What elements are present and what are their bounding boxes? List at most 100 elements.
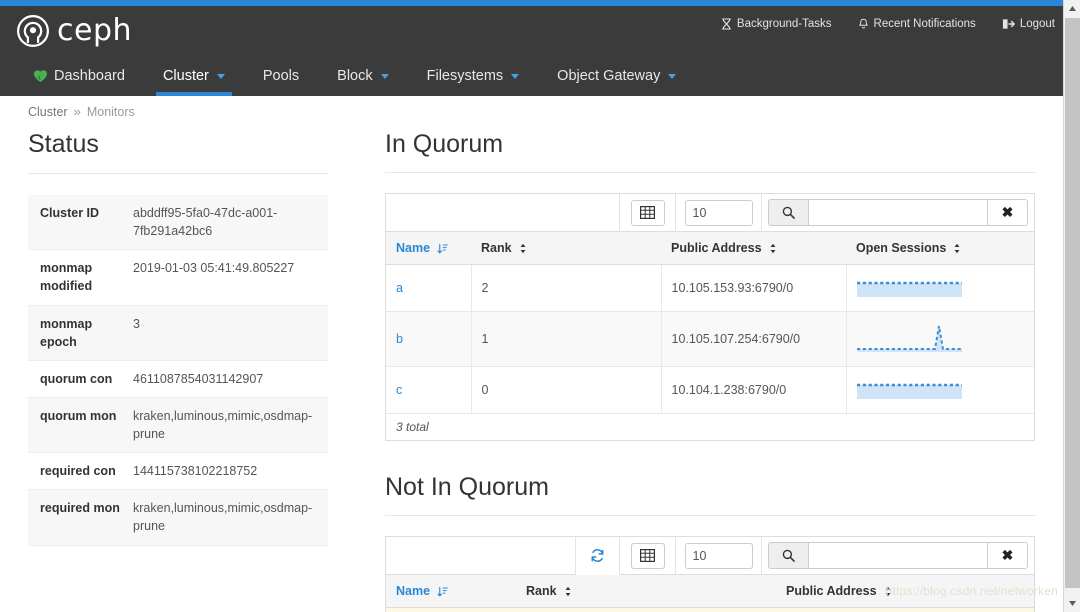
not-in-quorum-limit-wrap [675, 536, 761, 575]
open-sessions-sparkline [856, 325, 962, 352]
main-navigation: Dashboard Cluster Pools Block Filesystem… [0, 56, 1063, 96]
green-heart-icon [33, 70, 48, 83]
table-header-row: Name Rank [386, 575, 1034, 608]
in-quorum-footer: 3 total [386, 414, 1034, 440]
nav-item-pools[interactable]: Pools [244, 56, 318, 96]
cell-rank: 0 [471, 366, 662, 414]
not-in-quorum-search-input[interactable] [808, 542, 988, 569]
status-key: monmap epoch [40, 316, 93, 349]
column-header-public-address[interactable]: Public Address [661, 232, 846, 265]
nav-label-object-gateway: Object Gateway [557, 68, 661, 84]
table-row: required mon kraken,luminous,mimic,osdma… [28, 489, 328, 545]
column-label-public-address: Public Address [671, 241, 762, 255]
in-quorum-search-input[interactable] [808, 199, 988, 226]
logout-label: Logout [1019, 18, 1055, 30]
monitor-link-a[interactable]: a [396, 281, 403, 295]
not-in-quorum-limit-input[interactable] [684, 542, 753, 569]
chevron-down-icon [668, 73, 677, 79]
recent-notifications-label: Recent Notifications [873, 18, 976, 30]
header-utility-links: Background-Tasks Recent Notifications Lo… [721, 18, 1055, 30]
breadcrumb: Cluster » Monitors [28, 104, 135, 119]
sort-icon [520, 243, 525, 253]
page-scrollbar[interactable] [1063, 0, 1080, 612]
background-tasks-link[interactable]: Background-Tasks [721, 18, 832, 30]
not-in-quorum-columns-button[interactable] [630, 542, 665, 569]
nav-label-filesystems: Filesystems [426, 68, 504, 84]
status-key: required mon [40, 501, 120, 516]
table-grid-icon [640, 206, 655, 219]
status-value: 3 [133, 316, 140, 331]
chevron-down-icon [380, 73, 389, 79]
in-quorum-columns-button[interactable] [630, 199, 665, 226]
cell-public-address: 10.104.1.238:6790/0 [661, 366, 847, 414]
ceph-octopus-logo-icon [17, 15, 49, 47]
status-table: Cluster ID abddff95-5fa0-47dc-a001-7fb29… [28, 195, 328, 546]
breadcrumb-monitors[interactable]: Monitors [87, 105, 135, 119]
nav-item-block[interactable]: Block [318, 56, 407, 96]
cell-open-sessions [846, 311, 1034, 367]
scroll-down-button[interactable] [1064, 595, 1080, 612]
column-header-rank[interactable]: Rank [471, 232, 661, 265]
column-header-name[interactable]: Name [386, 575, 516, 608]
cell-public-address: 10.105.153.93:6790/0 [661, 264, 847, 312]
logout-icon [1002, 19, 1015, 29]
table-row: monmap modified 2019-01-03 05:41:49.8052… [28, 250, 328, 305]
breadcrumb-cluster[interactable]: Cluster [28, 105, 68, 119]
status-value: kraken,luminous,mimic,osdmap-prune [133, 501, 313, 534]
table-row: quorum con 4611087854031142907 [28, 360, 328, 398]
brand-logo-link[interactable]: ceph [16, 14, 132, 48]
nav-item-filesystems[interactable]: Filesystems [408, 56, 539, 96]
search-icon [782, 549, 795, 562]
monitor-link-b[interactable]: b [396, 332, 403, 346]
status-key: required con [40, 464, 116, 479]
column-header-public-address[interactable]: Public Address [776, 575, 1034, 608]
scrollbar-thumb[interactable] [1065, 18, 1080, 588]
column-label-public-address: Public Address [786, 584, 877, 598]
in-quorum-clear-button[interactable]: ✖ [988, 199, 1028, 226]
cell-public-address: 10.105.107.254:6790/0 [661, 311, 847, 367]
status-value: 144115738102218752 [133, 464, 258, 479]
recent-notifications-link[interactable]: Recent Notifications [858, 18, 976, 30]
column-header-name[interactable]: Name [386, 232, 471, 265]
status-key: monmap modified [40, 261, 93, 294]
table-row: b 1 10.105.107.254:6790/0 [386, 311, 1034, 367]
nav-item-object-gateway[interactable]: Object Gateway [538, 56, 695, 96]
not-in-quorum-search-button[interactable] [768, 542, 808, 569]
chevron-down-icon [511, 73, 520, 79]
cell-rank: 1 [471, 311, 662, 367]
cell-rank: 2 [471, 264, 662, 312]
not-in-quorum-search-group: ✖ [761, 536, 1034, 575]
background-tasks-label: Background-Tasks [736, 18, 832, 30]
column-header-open-sessions[interactable]: Open Sessions [846, 232, 1034, 265]
table-row: quorum mon kraken,luminous,mimic,osdmap-… [28, 397, 328, 453]
in-quorum-table: Name Rank Public Address Open Sessions a… [386, 232, 1034, 414]
status-key: quorum mon [40, 408, 117, 423]
no-data-message: No data to display [386, 607, 1034, 612]
in-quorum-toolbar: ✖ [386, 193, 1034, 232]
nav-label-dashboard: Dashboard [54, 68, 125, 84]
status-value: 4611087854031142907 [133, 371, 264, 386]
status-panel: Status Cluster ID abddff95-5fa0-47dc-a00… [28, 130, 328, 546]
nav-label-cluster: Cluster [162, 68, 209, 84]
cell-name: c [386, 366, 472, 414]
quorum-panels: In Quorum 10 ✖ Name Rank Public Address … [385, 130, 1035, 612]
logout-link[interactable]: Logout [1002, 18, 1055, 30]
ceph-dashboard-page: ceph Background-Tasks Recent Notificatio… [0, 0, 1080, 612]
in-quorum-search-button[interactable] [768, 199, 808, 226]
table-row: Cluster ID abddff95-5fa0-47dc-a001-7fb29… [28, 195, 328, 250]
not-in-quorum-refresh-button[interactable] [575, 536, 619, 575]
status-key: Cluster ID [40, 206, 100, 220]
not-in-quorum-clear-button[interactable]: ✖ [988, 542, 1028, 569]
status-title: Status [28, 130, 328, 174]
in-quorum-limit-input[interactable] [684, 199, 753, 226]
nav-item-dashboard[interactable]: Dashboard [14, 56, 144, 96]
scroll-up-button[interactable] [1064, 0, 1080, 17]
not-in-quorum-columns-button-wrap [619, 536, 675, 575]
open-sessions-sparkline [856, 383, 962, 399]
monitor-link-c[interactable]: c [396, 383, 402, 397]
status-value: 2019-01-03 05:41:49.805227 [133, 261, 295, 276]
cell-open-sessions [846, 366, 1034, 414]
column-header-rank[interactable]: Rank [516, 575, 776, 608]
hourglass-icon [721, 18, 731, 30]
nav-item-cluster[interactable]: Cluster [144, 56, 244, 96]
